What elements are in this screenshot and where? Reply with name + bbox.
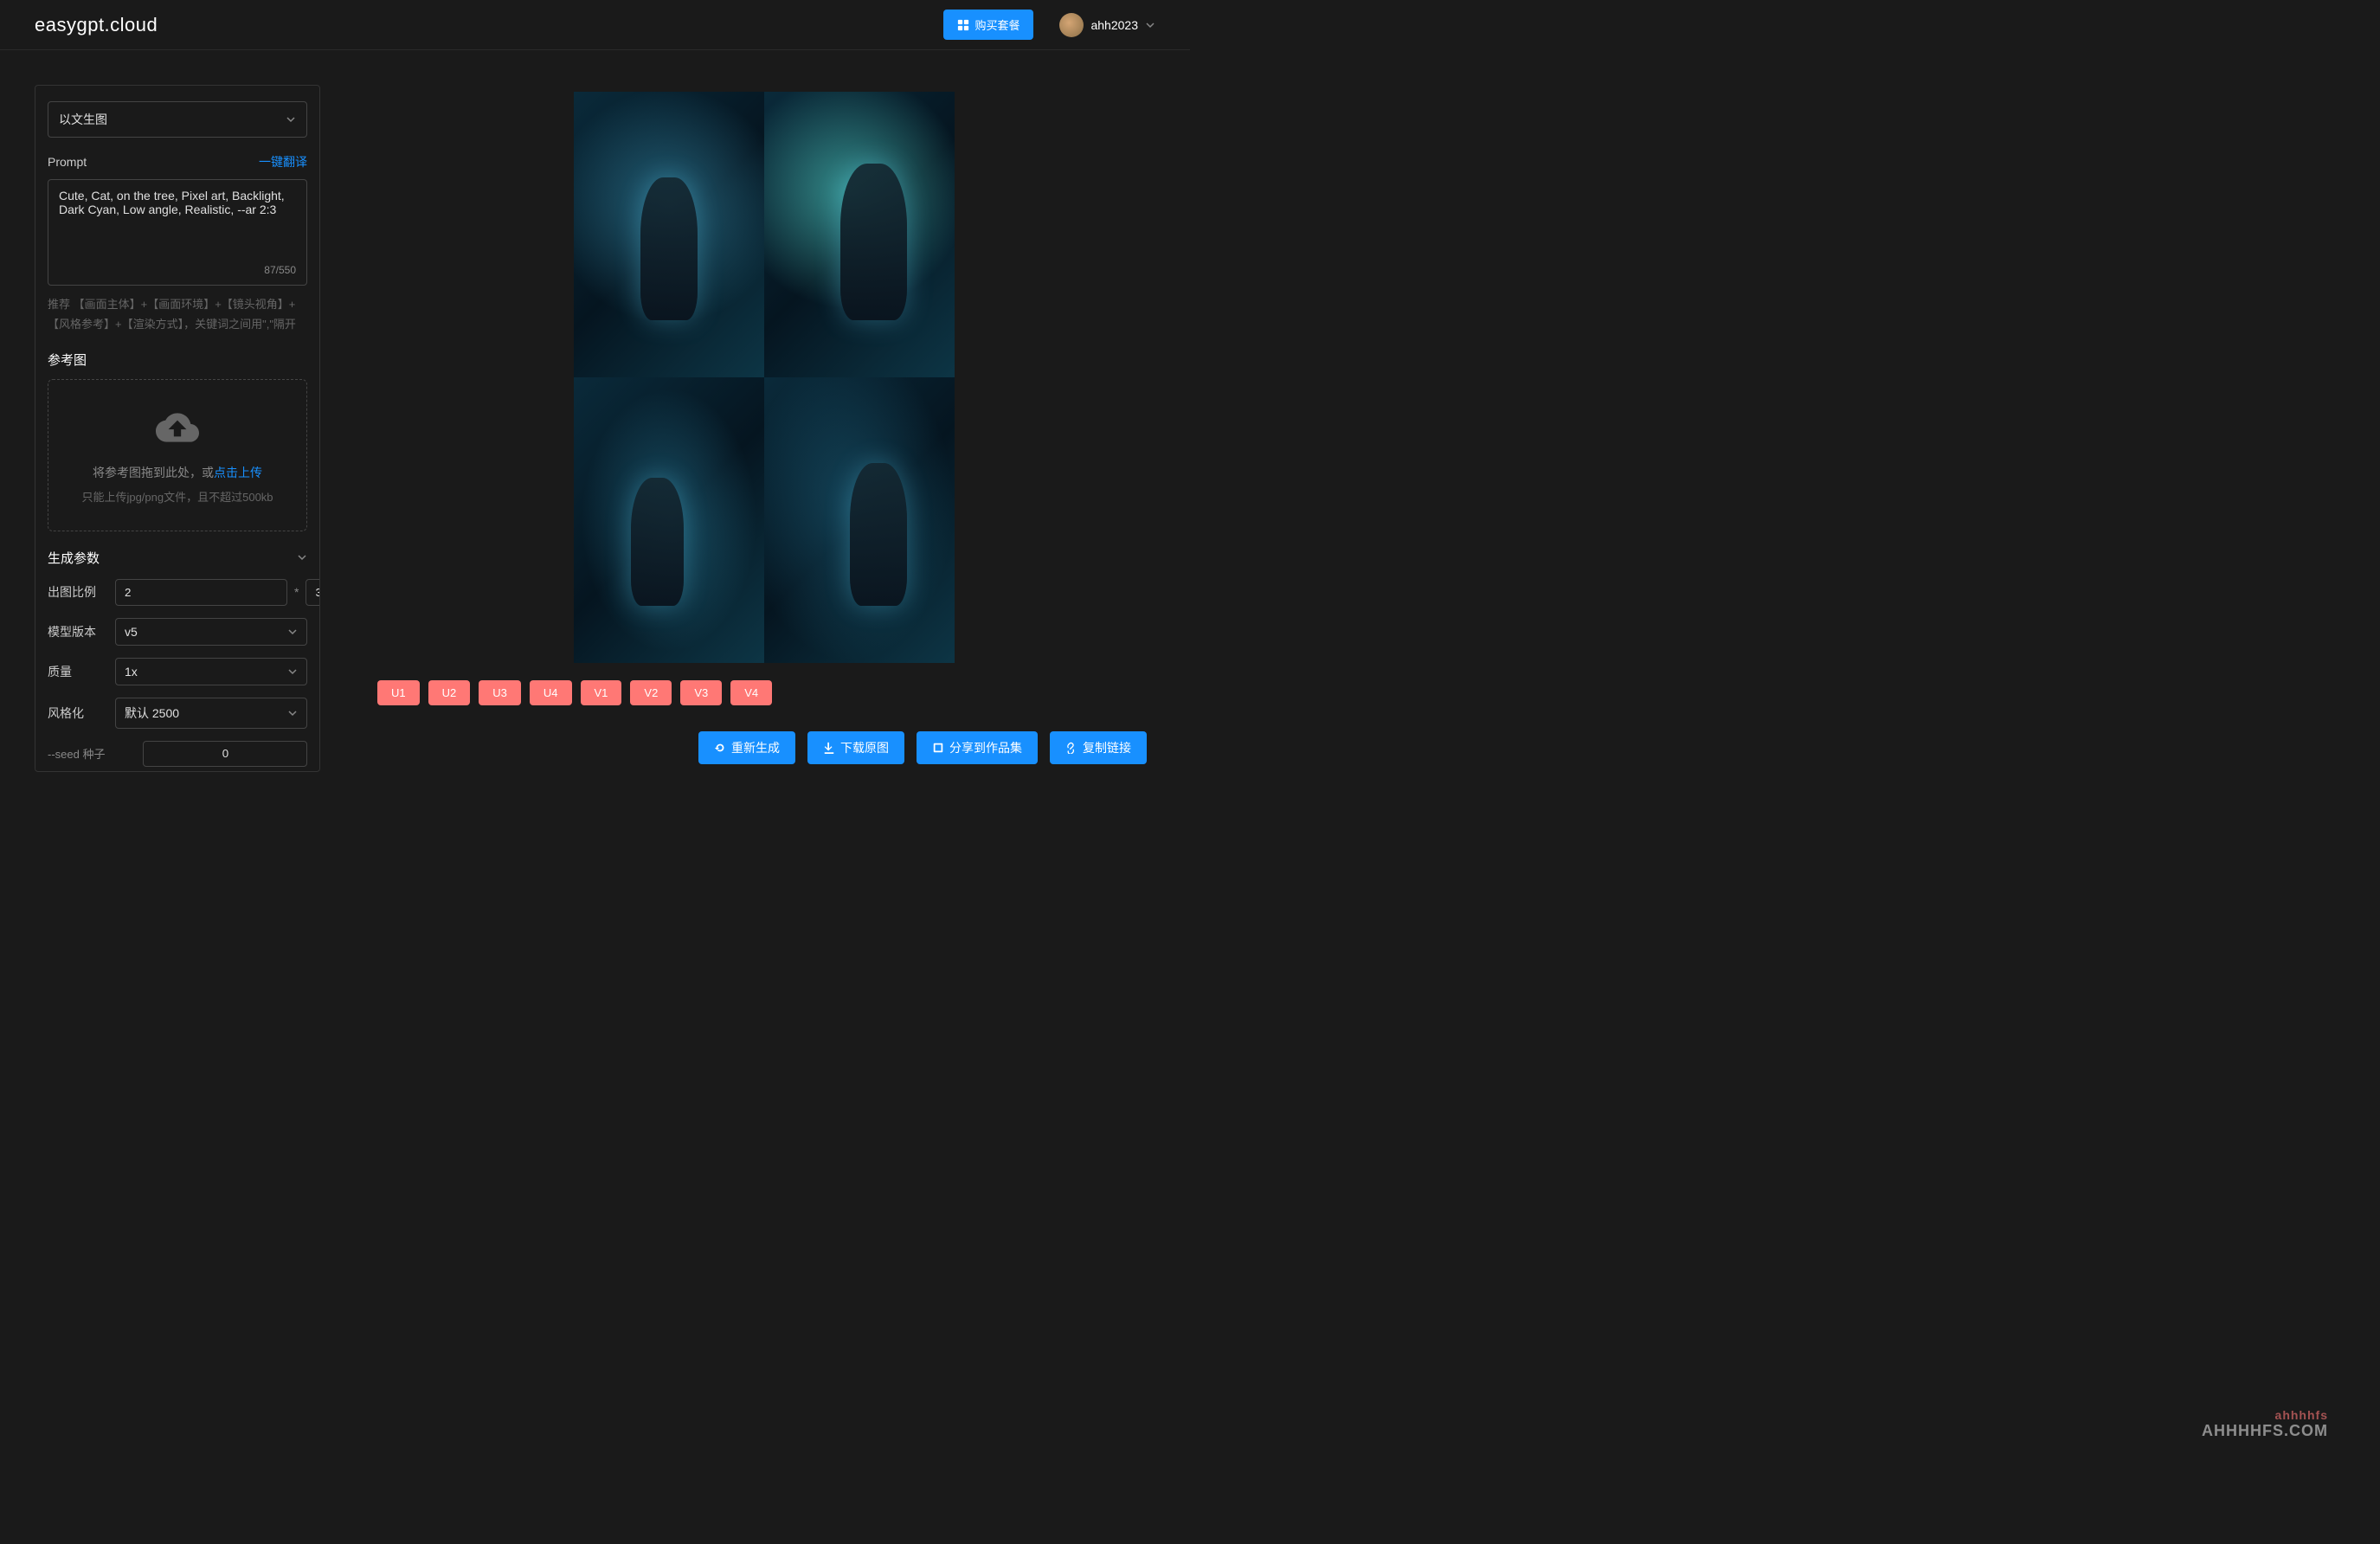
chevron-down-icon (287, 708, 298, 718)
regenerate-button[interactable]: 重新生成 (698, 731, 795, 764)
stylize-label: 风格化 (48, 704, 106, 722)
v3-button[interactable]: V3 (680, 680, 722, 705)
chevron-down-icon (286, 114, 296, 125)
stylize-select[interactable]: 默认 2500 (115, 698, 307, 729)
upload-hint: 只能上传jpg/png文件，且不超过500kb (57, 488, 298, 505)
u3-button[interactable]: U3 (479, 680, 521, 705)
generated-image-2[interactable] (764, 92, 955, 377)
ratio-width-input[interactable] (115, 579, 287, 606)
app-logo: easygpt.cloud (35, 14, 158, 36)
quality-select[interactable]: 1x (115, 658, 307, 685)
upload-link[interactable]: 点击上传 (214, 466, 262, 479)
generated-image-1[interactable] (574, 92, 764, 377)
user-menu[interactable]: ahh2023 (1059, 13, 1155, 37)
seed-input[interactable] (144, 742, 307, 766)
chevron-down-icon (1145, 20, 1155, 30)
prompt-input[interactable]: Cute, Cat, on the tree, Pixel art, Backl… (59, 189, 296, 258)
download-button[interactable]: 下载原图 (807, 731, 904, 764)
char-count: 87/550 (59, 264, 296, 276)
generated-image-4[interactable] (764, 377, 955, 663)
buy-plan-button[interactable]: 购买套餐 (943, 10, 1033, 40)
upload-zone[interactable]: 将参考图拖到此处，或点击上传 只能上传jpg/png文件，且不超过500kb (48, 379, 307, 531)
mode-select[interactable]: 以文生图 (48, 101, 307, 138)
model-select[interactable]: v5 (115, 618, 307, 646)
cloud-upload-icon (156, 406, 199, 449)
seed-label: --seed 种子 (48, 745, 134, 762)
share-button[interactable]: 分享到作品集 (917, 731, 1038, 764)
u4-button[interactable]: U4 (530, 680, 572, 705)
image-grid (574, 92, 955, 663)
watermark: ahhhhfs AHHHHFS.COM (2202, 1408, 2328, 1440)
chevron-down-icon (297, 552, 307, 563)
result-panel: ahhhhfs AHHHHFS.COM U1 U2 U3 U4 V1 V2 V3… (372, 85, 1155, 772)
share-icon (932, 742, 944, 754)
username: ahh2023 (1090, 18, 1138, 32)
u1-button[interactable]: U1 (377, 680, 420, 705)
prompt-hint: 推荐 【画面主体】+【画面环境】+【镜头视角】+【风格参考】+【渲染方式】，关键… (48, 294, 307, 335)
chevron-down-icon (287, 627, 298, 637)
copy-link-button[interactable]: 复制链接 (1050, 731, 1147, 764)
grid-icon (957, 19, 969, 31)
quality-label: 质量 (48, 663, 106, 680)
settings-sidebar: 以文生图 Prompt 一键翻译 Cute, Cat, on the tree,… (35, 85, 320, 772)
avatar (1059, 13, 1084, 37)
prompt-label: Prompt (48, 155, 87, 169)
params-collapse[interactable]: 生成参数 (48, 549, 307, 567)
chevron-down-icon (287, 666, 298, 677)
seed-stepper[interactable]: ▲ ▼ (143, 741, 307, 767)
refresh-icon (714, 742, 726, 754)
u2-button[interactable]: U2 (428, 680, 471, 705)
model-label: 模型版本 (48, 623, 106, 640)
v4-button[interactable]: V4 (730, 680, 772, 705)
generated-image-3[interactable] (574, 377, 764, 663)
ratio-label: 出图比例 (48, 583, 106, 601)
ratio-height-input[interactable] (306, 579, 320, 606)
download-icon (823, 742, 835, 754)
v1-button[interactable]: V1 (581, 680, 622, 705)
reference-title: 参考图 (48, 351, 307, 369)
link-icon (1065, 742, 1077, 754)
v2-button[interactable]: V2 (630, 680, 672, 705)
translate-link[interactable]: 一键翻译 (259, 153, 307, 170)
